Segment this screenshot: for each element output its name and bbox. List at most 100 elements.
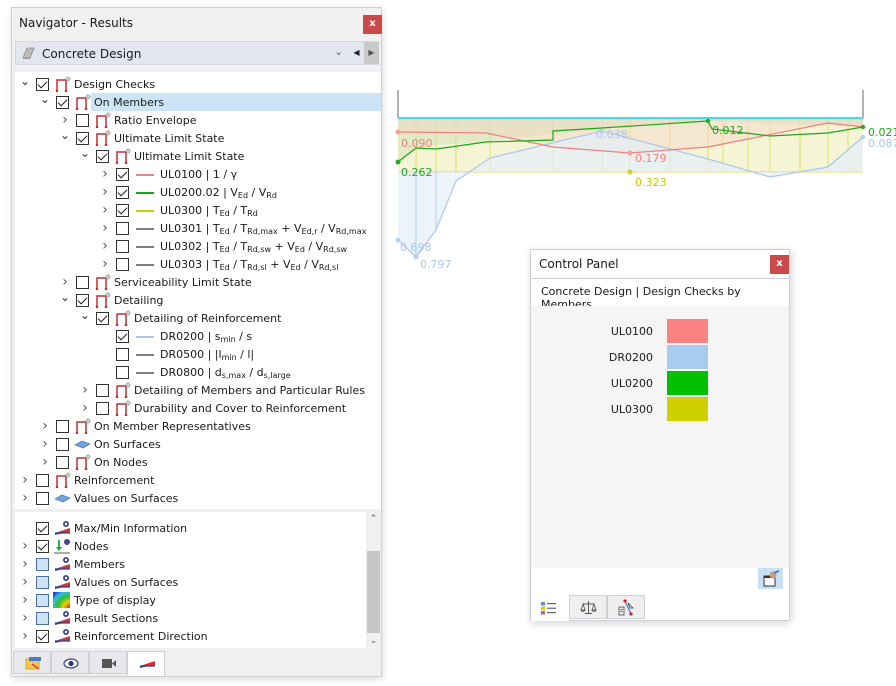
tree-item-label-area[interactable]: UL0302 | TEd / TRd,sw + VEd / VRd,sw <box>157 237 381 255</box>
previous-arrow-icon[interactable]: ◀ <box>350 42 363 64</box>
close-button[interactable]: x <box>770 255 789 274</box>
tree-item-label-area[interactable]: DR0800 | ds,max / ds,large <box>157 363 381 381</box>
results-tab[interactable] <box>127 651 165 676</box>
display-option-item[interactable]: › Values on Surfaces <box>15 573 366 591</box>
tree-item-label-area[interactable]: Ratio Envelope <box>111 111 381 129</box>
chevron-right-icon[interactable]: › <box>99 221 111 235</box>
checkbox[interactable] <box>116 330 129 343</box>
tree-item[interactable]: › UL0303 | TEd / TRd,sl + VEd / VRd,sl <box>15 255 381 273</box>
chevron-right-icon[interactable]: › <box>19 473 31 487</box>
chevron-down-icon[interactable]: ⌄ <box>79 146 91 160</box>
tree-item-label-area[interactable]: Ultimate Limit State <box>111 129 381 147</box>
checkbox[interactable] <box>76 114 89 127</box>
checkbox[interactable] <box>36 558 49 571</box>
chevron-down-icon[interactable]: ⌄ <box>59 128 71 142</box>
data-tab[interactable] <box>13 651 51 674</box>
tree-item[interactable]: › Reinforcement <box>15 471 381 489</box>
tree-item[interactable]: DR0200 | smin / s <box>15 327 381 345</box>
sections-tab[interactable] <box>607 595 645 619</box>
checkbox[interactable] <box>36 474 49 487</box>
tree-item[interactable]: DR0500 | |lmin / l| <box>15 345 381 363</box>
checkbox[interactable] <box>116 348 129 361</box>
next-arrow-icon[interactable]: ▶ <box>364 42 379 64</box>
color-scale-tab[interactable] <box>531 595 569 621</box>
tree-item[interactable]: › Ratio Envelope <box>15 111 381 129</box>
checkbox[interactable] <box>56 456 69 469</box>
scroll-down-icon[interactable]: ⌄ <box>366 636 381 646</box>
checkbox[interactable] <box>36 594 49 607</box>
checkbox[interactable] <box>76 132 89 145</box>
tree-item-label-area[interactable]: Durability and Cover to Reinforcement <box>131 399 381 417</box>
tree-item-label-area[interactable]: Reinforcement <box>71 471 381 489</box>
tree-item-label-area[interactable]: On Members <box>91 93 381 111</box>
tree-item-label-area[interactable]: On Member Representatives <box>91 417 381 435</box>
tree-item[interactable]: › Detailing of Members and Particular Rul… <box>15 381 381 399</box>
chevron-right-icon[interactable]: › <box>19 611 31 625</box>
camera-tab[interactable] <box>89 651 127 674</box>
tree-item-label-area[interactable]: UL0300 | TEd / TRd <box>157 201 381 219</box>
checkbox[interactable] <box>116 204 129 217</box>
chevron-right-icon[interactable]: › <box>99 185 111 199</box>
chevron-right-icon[interactable]: › <box>59 275 71 289</box>
tree-item-label-area[interactable]: Values on Surfaces <box>71 489 381 507</box>
checkbox[interactable] <box>76 294 89 307</box>
scroll-thumb[interactable] <box>367 551 380 633</box>
tree-item-label-area[interactable]: UL0200.02 | VEd / VRd <box>157 183 381 201</box>
tree-item[interactable]: › On Member Representatives <box>15 417 381 435</box>
chevron-right-icon[interactable]: › <box>19 629 31 643</box>
checkbox[interactable] <box>56 96 69 109</box>
checkbox[interactable] <box>116 222 129 235</box>
checkbox[interactable] <box>116 258 129 271</box>
chevron-right-icon[interactable]: › <box>19 557 31 571</box>
chevron-down-icon[interactable]: ⌄ <box>59 290 71 304</box>
balance-tab[interactable] <box>569 595 607 619</box>
chevron-down-icon[interactable]: ⌄ <box>39 92 51 106</box>
checkbox[interactable] <box>96 150 109 163</box>
scroll-up-icon[interactable]: ⌃ <box>366 514 381 524</box>
tree-item[interactable]: › UL0200.02 | VEd / VRd <box>15 183 381 201</box>
tree-item[interactable]: › UL0300 | TEd / TRd <box>15 201 381 219</box>
tree-item-label-area[interactable]: UL0301 | TEd / TRd,max + VEd,r / VRd,max <box>157 219 381 237</box>
checkbox[interactable] <box>116 366 129 379</box>
chevron-right-icon[interactable]: › <box>59 113 71 127</box>
settings-button[interactable] <box>758 568 783 589</box>
chevron-right-icon[interactable]: › <box>39 455 51 469</box>
checkbox[interactable] <box>36 576 49 589</box>
checkbox[interactable] <box>36 522 49 535</box>
tree-item[interactable]: › Values on Surfaces <box>15 489 381 507</box>
tree-item[interactable]: ⌄ Design Checks <box>15 74 381 93</box>
chevron-right-icon[interactable]: › <box>39 419 51 433</box>
checkbox[interactable] <box>56 438 69 451</box>
display-option-item[interactable]: › Nodes <box>15 537 366 555</box>
display-option-item[interactable]: › Type of display <box>15 591 366 609</box>
tree-item-label-area[interactable]: On Surfaces <box>91 435 381 453</box>
tree-item-label-area[interactable]: On Nodes <box>91 453 381 471</box>
tree-item[interactable]: ⌄ Ultimate Limit State <box>15 146 381 165</box>
chevron-right-icon[interactable]: › <box>19 575 31 589</box>
checkbox[interactable] <box>36 612 49 625</box>
vertical-scrollbar[interactable]: ⌃ ⌄ <box>366 512 381 648</box>
checkbox[interactable] <box>56 420 69 433</box>
tree-item[interactable]: › On Surfaces <box>15 435 381 453</box>
checkbox[interactable] <box>36 630 49 643</box>
tree-item[interactable]: › UL0301 | TEd / TRd,max + VEd,r / VRd,ma… <box>15 219 381 237</box>
chevron-right-icon[interactable]: › <box>99 257 111 271</box>
tree-item-label-area[interactable]: DR0200 | smin / s <box>157 327 381 345</box>
checkbox[interactable] <box>36 492 49 505</box>
checkbox[interactable] <box>96 312 109 325</box>
display-option-item[interactable]: › Members <box>15 555 366 573</box>
checkbox[interactable] <box>36 78 49 91</box>
display-option-item[interactable]: Max/Min Information <box>15 519 366 537</box>
close-button[interactable]: x <box>363 15 382 34</box>
checkbox[interactable] <box>116 186 129 199</box>
tree-item[interactable]: ⌄ Ultimate Limit State <box>15 128 381 147</box>
tree-item-label-area[interactable]: Ultimate Limit State <box>131 147 381 165</box>
chevron-right-icon[interactable]: › <box>99 203 111 217</box>
tree-item[interactable]: › Durability and Cover to Reinforcement <box>15 399 381 417</box>
checkbox[interactable] <box>116 168 129 181</box>
chevron-right-icon[interactable]: › <box>79 401 91 415</box>
chevron-right-icon[interactable]: › <box>79 383 91 397</box>
display-option-item[interactable]: › Reinforcement Direction <box>15 627 366 645</box>
tree-item-label-area[interactable]: UL0303 | TEd / TRd,sl + VEd / VRd,sl <box>157 255 381 273</box>
checkbox[interactable] <box>96 402 109 415</box>
